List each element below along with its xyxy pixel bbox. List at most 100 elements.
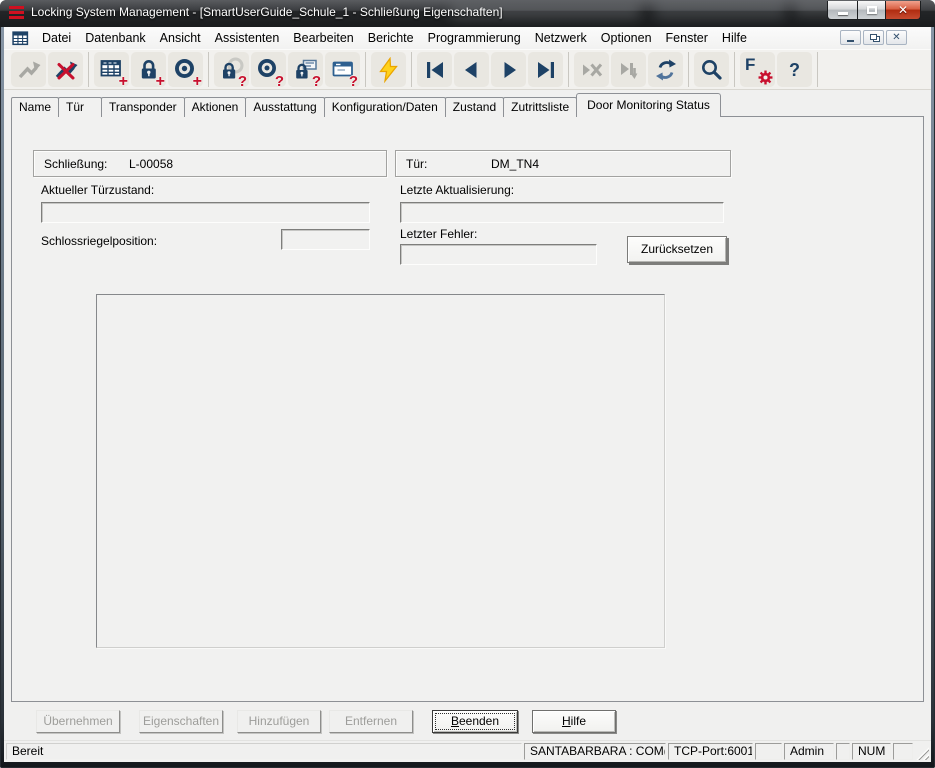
menu-berichte[interactable]: Berichte — [361, 28, 421, 49]
menu-fenster[interactable]: Fenster — [659, 28, 715, 49]
previous-record-button[interactable] — [454, 52, 489, 87]
glass-reflection — [655, 2, 785, 19]
menu-bearbeiten[interactable]: Bearbeiten — [286, 28, 360, 49]
question-badge: ? — [275, 74, 284, 89]
last-error-label: Letzter Fehler: — [400, 227, 477, 241]
read-transponder-button[interactable]: ? — [251, 52, 286, 87]
minimize-button[interactable] — [827, 1, 858, 20]
tab-konfiguration-daten[interactable]: Konfiguration/Daten — [324, 97, 446, 117]
menu-netzwerk[interactable]: Netzwerk — [528, 28, 594, 49]
tab-tuer[interactable]: Tür — [58, 97, 102, 117]
last-record-icon — [533, 57, 559, 83]
titlebar[interactable]: Locking System Management - [SmartUserGu… — [0, 0, 935, 27]
toolbar-separator — [734, 52, 735, 87]
window-title: Locking System Management - [SmartUserGu… — [31, 5, 503, 19]
menu-datei[interactable]: Datei — [35, 28, 78, 49]
toolbar-separator — [88, 52, 89, 87]
plus-badge: + — [119, 74, 128, 89]
bolt-position-field — [281, 229, 370, 250]
resize-grip-icon[interactable] — [916, 747, 929, 760]
menu-assistenten[interactable]: Assistenten — [208, 28, 287, 49]
previous-record-icon — [459, 57, 485, 83]
first-record-button[interactable] — [417, 52, 452, 87]
lock-value: L-00058 — [129, 157, 173, 171]
mdi-close-button[interactable]: ✕ — [886, 30, 907, 45]
mdi-minimize-button[interactable] — [840, 30, 861, 45]
read-properties-button[interactable]: ? — [325, 52, 360, 87]
workarea: Name Tür Transponder Aktionen Ausstattun… — [4, 91, 931, 762]
toolbar-separator — [208, 52, 209, 87]
menu-ansicht[interactable]: Ansicht — [153, 28, 208, 49]
close-button[interactable]: ✕ — [885, 1, 921, 20]
cancel-record-icon — [579, 57, 605, 83]
read-lock-data-button[interactable]: ? — [288, 52, 323, 87]
door-id-group: Tür: DM_TN4 — [395, 150, 731, 177]
plus-badge: + — [156, 74, 165, 89]
reset-button[interactable]: Zurücksetzen — [627, 236, 727, 263]
quit-button[interactable]: Beenden — [432, 710, 518, 733]
door-value: DM_TN4 — [491, 157, 539, 171]
monitoring-event-list — [96, 294, 665, 648]
app-logo-icon — [9, 6, 24, 20]
disconnect-button[interactable] — [48, 52, 83, 87]
document-icon — [12, 31, 29, 46]
toolbar-separator — [568, 52, 569, 87]
last-error-field — [400, 244, 597, 265]
last-record-button[interactable] — [528, 52, 563, 87]
status-panel-empty-3 — [893, 743, 913, 760]
last-update-field — [400, 202, 724, 223]
new-transponder-button[interactable]: + — [168, 52, 203, 87]
door-monitoring-panel: Schließung: L-00058 Tür: DM_TN4 Aktuelle… — [11, 116, 924, 702]
menu-optionen[interactable]: Optionen — [594, 28, 659, 49]
question-badge: ? — [349, 74, 358, 89]
status-panel-empty-2 — [836, 743, 850, 760]
tab-aktionen[interactable]: Aktionen — [184, 97, 247, 117]
app-window: Locking System Management - [SmartUserGu… — [0, 0, 935, 768]
search-button[interactable] — [694, 52, 729, 87]
next-record-icon — [496, 57, 522, 83]
mdi-restore-button[interactable] — [863, 30, 884, 45]
tab-zustand[interactable]: Zustand — [445, 97, 504, 117]
remove-button: Entfernen — [329, 710, 413, 733]
toolbar-separator — [365, 52, 366, 87]
toolbar: + + + ? ? ? — [4, 49, 931, 90]
menu-hilfe[interactable]: Hilfe — [715, 28, 754, 49]
next-record-button[interactable] — [491, 52, 526, 87]
read-lock-button[interactable]: ? — [214, 52, 249, 87]
menu-programmierung[interactable]: Programmierung — [421, 28, 528, 49]
new-lock-button[interactable]: + — [131, 52, 166, 87]
toolbar-separator — [411, 52, 412, 87]
help-button[interactable]: ? — [777, 52, 812, 87]
refresh-button[interactable] — [648, 52, 683, 87]
add-button: Hinzufügen — [237, 710, 321, 733]
cancel-record-button — [574, 52, 609, 87]
tab-door-monitoring-status[interactable]: Door Monitoring Status — [576, 93, 721, 117]
tab-zutrittsliste[interactable]: Zutrittsliste — [503, 97, 577, 117]
program-button[interactable] — [371, 52, 406, 87]
status-text: Bereit — [6, 743, 522, 760]
tab-name[interactable]: Name — [11, 97, 59, 117]
question-badge: ? — [312, 74, 321, 89]
first-record-icon — [422, 57, 448, 83]
footer-button-row: Übernehmen Eigenschaften Hinzufügen Entf… — [4, 702, 931, 736]
apply-button: Übernehmen — [36, 710, 120, 733]
tab-ausstattung[interactable]: Ausstattung — [245, 97, 324, 117]
menubar: Datei Datenbank Ansicht Assistenten Bear… — [4, 27, 931, 49]
help-icon: ? — [789, 60, 800, 80]
maximize-button[interactable] — [857, 1, 886, 20]
current-door-state-field — [41, 202, 370, 223]
filter-settings-button[interactable]: F — [740, 52, 775, 87]
search-icon — [699, 57, 725, 83]
connect-icon — [16, 57, 42, 83]
gear-icon — [758, 70, 773, 85]
help-button-footer[interactable]: Hilfe — [532, 710, 616, 733]
menu-datenbank[interactable]: Datenbank — [78, 28, 152, 49]
tab-transponder[interactable]: Transponder — [101, 97, 185, 117]
plus-badge: + — [193, 74, 202, 89]
disconnect-icon — [53, 57, 79, 83]
filter-letter: F — [745, 56, 755, 74]
door-label: Tür: — [406, 157, 427, 171]
bolt-position-label: Schlossriegelposition: — [41, 234, 157, 248]
minimize-icon — [847, 40, 854, 42]
new-locking-system-button[interactable]: + — [94, 52, 129, 87]
